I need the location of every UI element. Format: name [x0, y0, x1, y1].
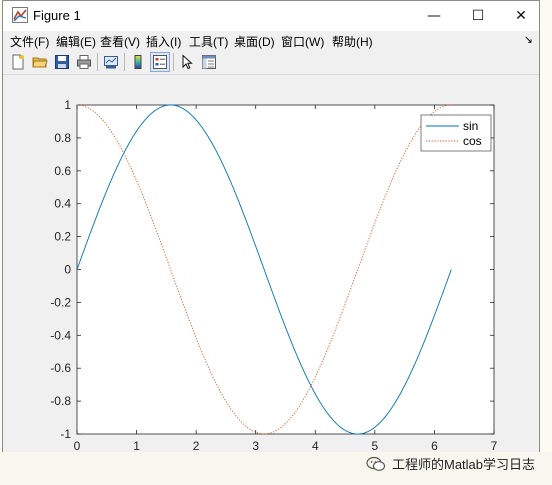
wechat-watermark: 工程师的Matlab学习日志	[366, 454, 535, 473]
axes-background	[76, 104, 495, 435]
menu-edit[interactable]: 编辑(E)	[56, 33, 96, 50]
pointer-button[interactable]	[177, 52, 197, 72]
print-icon	[77, 55, 91, 69]
wechat-logo-icon	[366, 456, 386, 471]
figure-toolbar	[3, 50, 539, 75]
toolbar-separator	[124, 53, 125, 71]
save-icon	[55, 55, 69, 69]
new-figure-icon	[12, 54, 24, 70]
legend-icon	[153, 55, 167, 69]
legend-label-sin: sin	[463, 119, 478, 133]
toolbar-separator	[97, 53, 98, 71]
link-plot-button[interactable]	[101, 52, 121, 72]
figure-canvas[interactable]: 0 1 2 3 4 5 6 7 1 0.8 0.6 0.4 0.2 0 -0.2 -0.4 -0.6 -0.8 -1…	[3, 75, 539, 453]
menu-desktop[interactable]: 桌面(D)	[234, 33, 275, 50]
colorbar-icon	[134, 55, 142, 69]
menu-view[interactable]: 查看(V)	[100, 33, 140, 50]
open-file-button[interactable]	[30, 52, 50, 72]
link-plot-icon	[104, 56, 118, 69]
maximize-button[interactable]: ☐	[457, 1, 499, 31]
y-tick-label: -0.4	[50, 328, 71, 342]
watermark-text: 工程师的Matlab学习日志	[392, 457, 536, 472]
menubar-overflow-icon[interactable]: ↘	[524, 33, 533, 46]
legend-label-cos: cos	[463, 134, 482, 148]
x-tick-label: 1	[133, 439, 140, 452]
y-tick-label: 0.8	[54, 131, 71, 145]
x-tick-label: 4	[312, 439, 319, 452]
open-file-icon	[32, 57, 48, 68]
minimize-button[interactable]: —	[413, 1, 455, 31]
property-inspector-icon	[202, 55, 216, 69]
minimize-icon: —	[427, 8, 441, 24]
menu-bar: 文件(F) 编辑(E) 查看(V) 插入(I) 工具(T) 桌面(D) 窗口(W…	[3, 31, 539, 50]
menu-tools[interactable]: 工具(T)	[189, 33, 228, 50]
background-editor-right-edge	[540, 0, 552, 485]
property-inspector-button[interactable]	[199, 52, 219, 72]
y-tick-label: -0.8	[50, 394, 71, 408]
maximize-icon: ☐	[471, 8, 485, 24]
sin-cos-line-chart[interactable]: 0 1 2 3 4 5 6 7 1 0.8 0.6 0.4 0.2 0 -0.2 -0.4 -0.6 -0.8 -1…	[3, 75, 539, 453]
figure-window: Figure 1 — ☐ ✕ 文件(F) 编辑(E) 查看(V) 插入(I) 工…	[2, 0, 540, 453]
title-bar[interactable]: Figure 1 — ☐ ✕	[3, 1, 539, 31]
new-figure-button[interactable]	[8, 52, 28, 72]
legend: sincos	[420, 114, 492, 152]
y-tick-label: 0.2	[54, 230, 71, 244]
x-tick-label: 7	[491, 439, 498, 452]
x-tick-label: 2	[193, 439, 200, 452]
x-tick-label: 5	[372, 439, 379, 452]
y-tick-label: 0.4	[54, 197, 71, 211]
menu-file[interactable]: 文件(F)	[10, 33, 49, 50]
close-button[interactable]: ✕	[500, 1, 542, 31]
legend-button[interactable]	[150, 52, 170, 72]
matlab-app-icon	[12, 7, 28, 23]
window-title: Figure 1	[33, 8, 81, 23]
x-tick-label: 0	[74, 439, 81, 452]
y-tick-label: -0.2	[50, 295, 71, 309]
x-tick-label: 3	[252, 439, 259, 452]
colorbar-button[interactable]	[128, 52, 148, 72]
x-tick-label: 6	[431, 439, 438, 452]
save-button[interactable]	[52, 52, 72, 72]
toolbar-separator	[173, 53, 174, 71]
y-tick-label: -1	[60, 427, 71, 441]
y-tick-label: 0	[64, 263, 71, 277]
menu-window[interactable]: 窗口(W)	[281, 33, 324, 50]
print-button[interactable]	[74, 52, 94, 72]
menu-help[interactable]: 帮助(H)	[332, 33, 373, 50]
y-tick-label: 0.6	[54, 164, 71, 178]
close-icon: ✕	[515, 8, 527, 24]
pointer-icon	[182, 54, 193, 70]
menu-insert[interactable]: 插入(I)	[146, 33, 181, 50]
y-tick-label: 1	[64, 98, 71, 112]
y-tick-label: -0.6	[50, 361, 71, 375]
